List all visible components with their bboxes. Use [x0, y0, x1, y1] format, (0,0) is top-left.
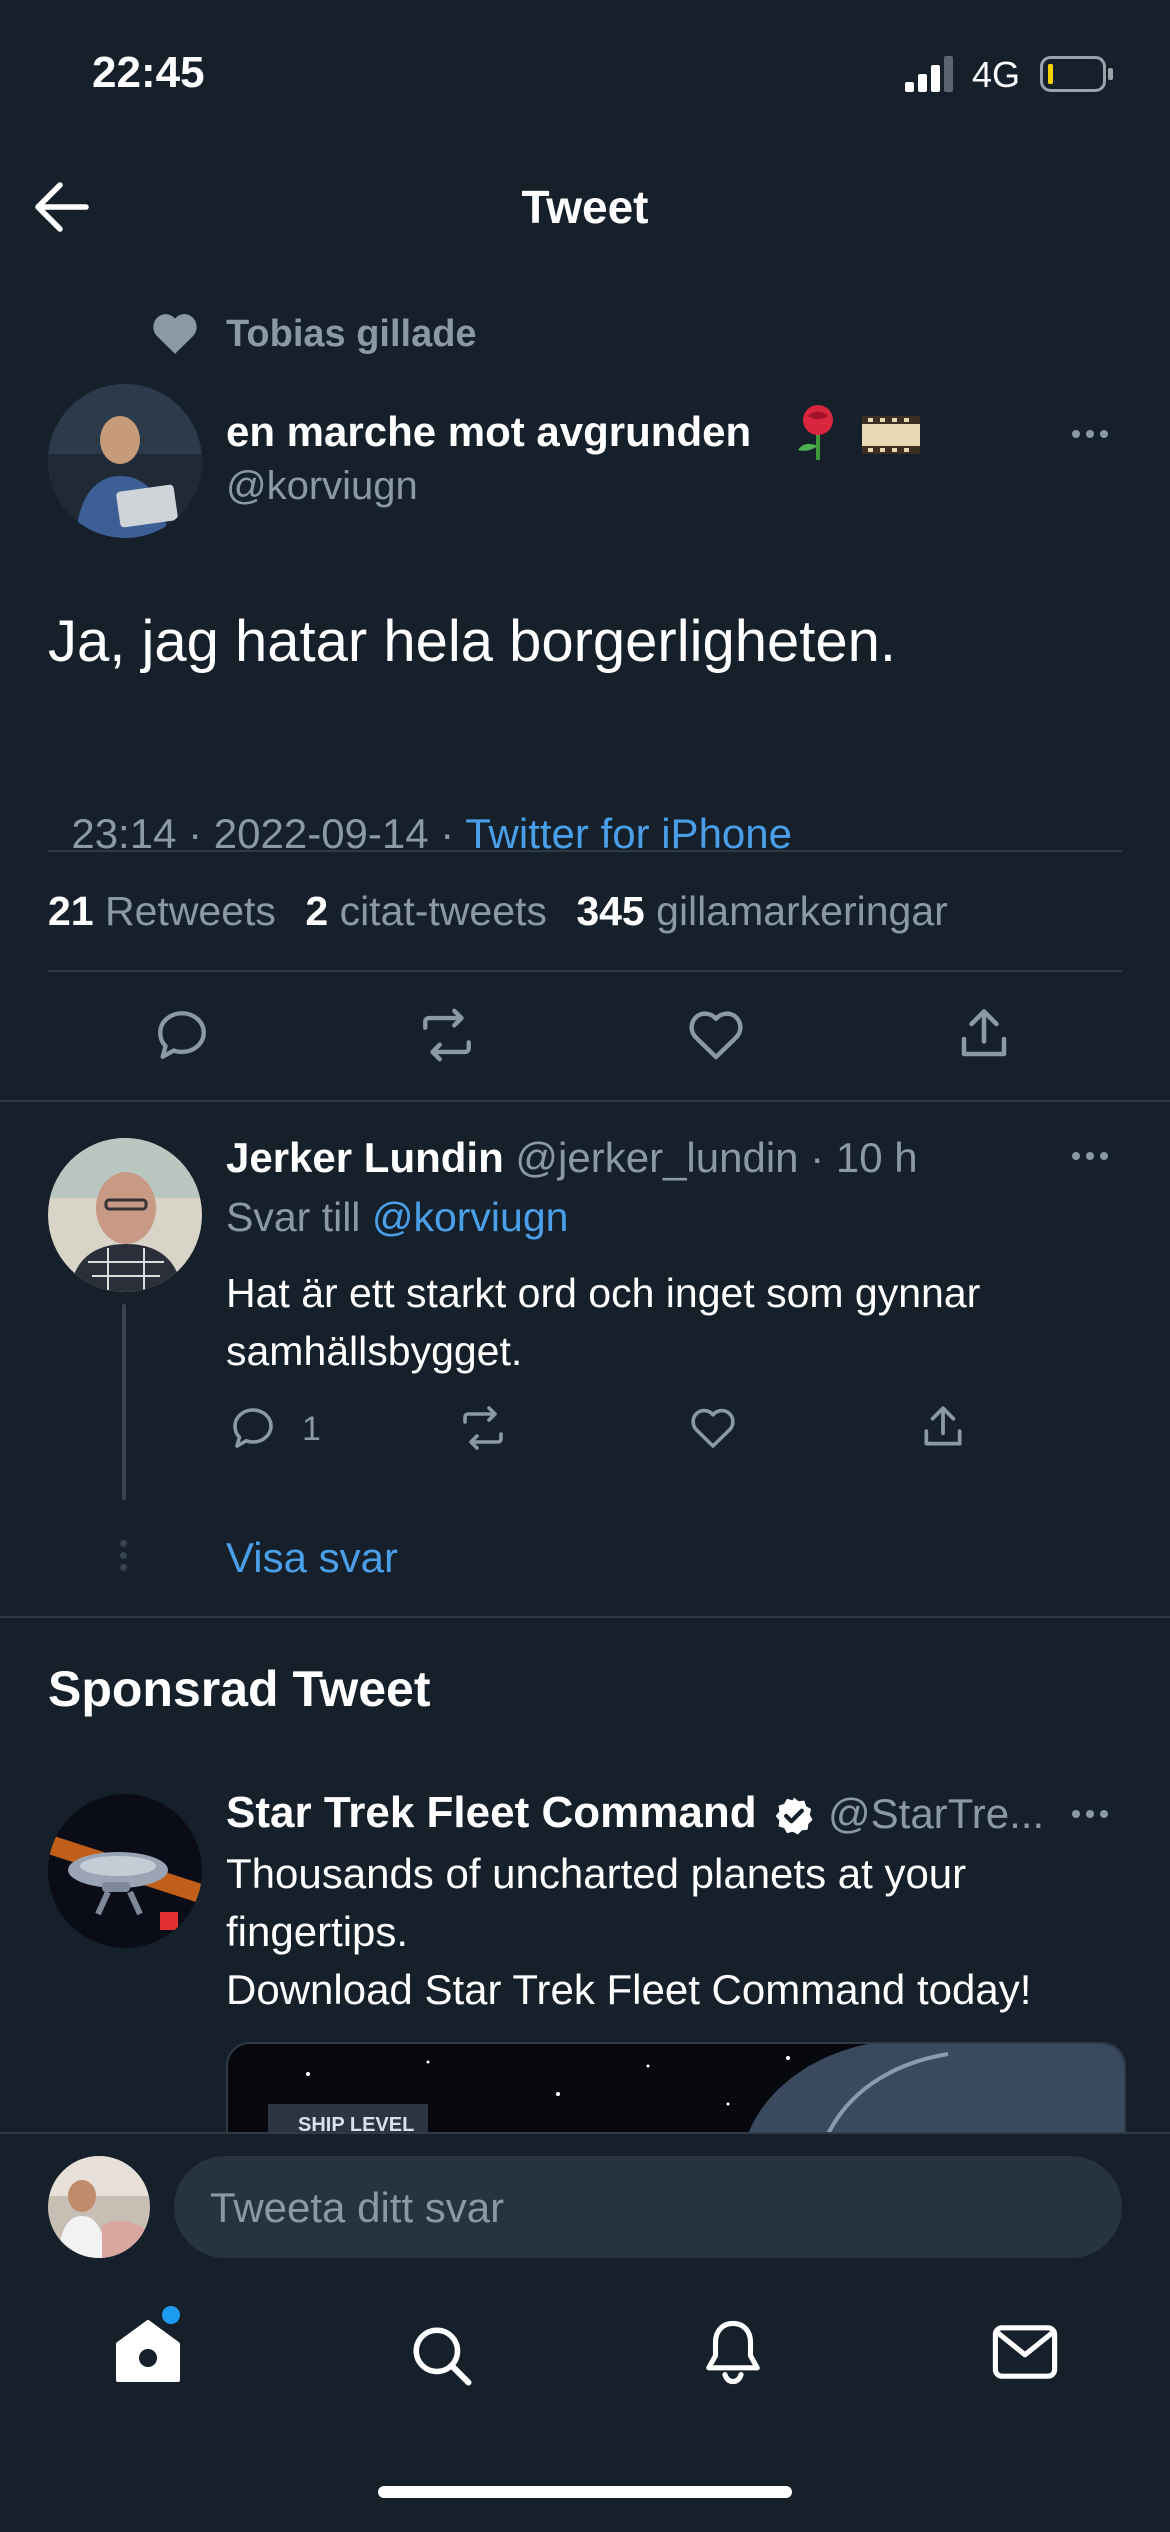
thread-line [122, 1304, 126, 1500]
sponsored-more-options-icon[interactable] [1072, 1810, 1108, 1818]
reply-text-line-1: Hat är ett starkt ord och inget som gynn… [226, 1270, 981, 1316]
reply-more-options-icon[interactable] [1072, 1152, 1108, 1160]
home-notification-dot [162, 2306, 180, 2324]
reply-icon[interactable] [152, 1006, 212, 1064]
likes-count[interactable]: 345 [576, 888, 644, 934]
like-icon[interactable] [686, 1008, 746, 1062]
notifications-bell-icon[interactable] [700, 2318, 766, 2388]
sponsored-section-title: Sponsrad Tweet [48, 1661, 431, 1717]
sponsored-text-line-1: Thousands of uncharted planets at your [226, 1850, 967, 1897]
sponsored-header: Star Trek Fleet Command [226, 1788, 757, 1838]
divider [0, 1616, 1170, 1618]
reply-composer-input[interactable]: Tweeta ditt svar [174, 2156, 1122, 2258]
liked-by-label[interactable]: Tobias gillade [226, 313, 477, 356]
retweets-label[interactable]: Retweets [105, 888, 276, 934]
divider [48, 970, 1122, 972]
rose-emoji-icon [792, 402, 844, 462]
tweet-text: Ja, jag hatar hela borgerligheten. [48, 609, 897, 674]
sponsored-display-name[interactable]: Star Trek Fleet Command [226, 1788, 757, 1837]
signal-icon [905, 56, 957, 92]
reply-retweet-icon[interactable] [456, 1404, 510, 1452]
composer-placeholder: Tweeta ditt svar [210, 2184, 505, 2231]
reply-reply-icon[interactable] [228, 1404, 278, 1452]
battery-icon [1040, 56, 1114, 92]
status-time: 22:45 [92, 48, 205, 97]
sponsored-text-line-3: Download Star Trek Fleet Command today! [226, 1966, 1032, 2013]
reply-to-handle[interactable]: @korviugn [372, 1194, 569, 1240]
verified-badge-icon [773, 1795, 815, 1837]
heart-filled-icon [150, 310, 200, 356]
reply-handle[interactable]: @jerker_lundin [515, 1134, 798, 1181]
messages-mail-icon[interactable] [990, 2322, 1060, 2382]
share-icon[interactable] [954, 1004, 1014, 1064]
quotes-label[interactable]: citat-tweets [340, 888, 547, 934]
reply-to-line: Svar till @korviugn [226, 1194, 568, 1241]
home-indicator[interactable] [378, 2486, 792, 2498]
sponsored-text-line-2: fingertips. [226, 1908, 409, 1955]
home-icon[interactable] [114, 2318, 182, 2382]
author-handle[interactable]: @korviugn [226, 464, 418, 509]
reply-share-icon[interactable] [918, 1402, 968, 1452]
reply-display-name[interactable]: Jerker Lundin [226, 1134, 504, 1181]
network-label: 4G [972, 54, 1021, 95]
media-overlay-text: SHIP LEVEL [298, 2114, 415, 2134]
likes-label[interactable]: gillamarkeringar [656, 888, 948, 934]
divider [0, 1100, 1170, 1102]
reply-like-icon[interactable] [688, 1406, 738, 1450]
tweet-stats: 21 Retweets 2 citat-tweets 345 gillamark… [48, 888, 948, 935]
show-replies-link[interactable]: Visa svar [226, 1534, 398, 1582]
film-emoji-icon [860, 410, 922, 460]
reply-text-line-2: samhällsbygget. [226, 1328, 523, 1374]
author-display-name[interactable]: en marche mot avgrunden [226, 408, 751, 456]
reply-header: Jerker Lundin @jerker_lundin · 10 h [226, 1134, 918, 1182]
more-options-icon[interactable] [1072, 430, 1108, 438]
thread-dots [120, 1540, 127, 1571]
sponsored-handle[interactable]: @StarTre... [828, 1790, 1044, 1838]
retweets-count[interactable]: 21 [48, 888, 94, 934]
composer-avatar[interactable] [48, 2156, 150, 2258]
tweet-meta: 23:14 · 2022-09-14 · Twitter for iPhone [48, 762, 792, 858]
reply-age: · 10 h [810, 1134, 918, 1181]
reply-reply-count: 1 [302, 1410, 321, 1448]
reply-avatar[interactable] [48, 1138, 202, 1292]
search-icon[interactable] [408, 2322, 474, 2388]
page-title: Tweet [521, 181, 649, 233]
reply-to-prefix: Svar till [226, 1194, 361, 1240]
quotes-count[interactable]: 2 [305, 888, 328, 934]
divider [48, 850, 1122, 852]
retweet-icon[interactable] [414, 1006, 480, 1064]
status-bar: 22:45 4G [0, 0, 1170, 150]
sponsored-media[interactable]: SHIP LEVEL [226, 2042, 1126, 2134]
sponsored-avatar[interactable] [48, 1794, 202, 1948]
avatar[interactable] [48, 384, 202, 538]
